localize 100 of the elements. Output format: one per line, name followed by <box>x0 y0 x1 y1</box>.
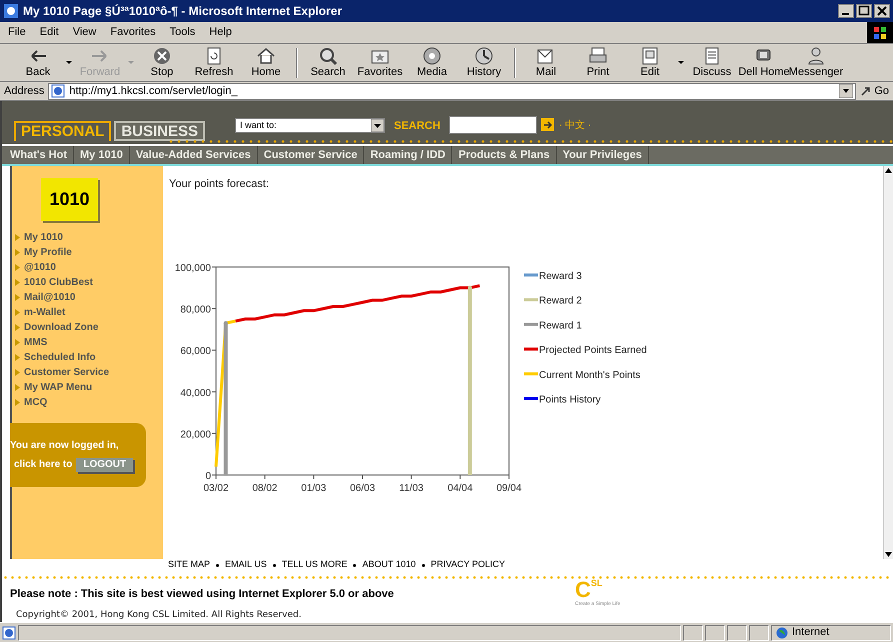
page-icon <box>2 626 16 640</box>
company-logo-text: SL <box>590 579 602 588</box>
search-go-button[interactable] <box>541 118 554 131</box>
y-tick-label: 40,000 <box>180 387 211 398</box>
x-tick-label: 08/02 <box>252 482 278 494</box>
y-tick-label: 80,000 <box>180 304 211 316</box>
toolbar-button[interactable]: Favorites <box>354 44 406 80</box>
toolbar-button[interactable]: Stop <box>136 44 188 80</box>
globe-icon <box>422 46 442 66</box>
nav-link[interactable]: Your Privileges <box>556 146 649 164</box>
go-arrow-icon <box>860 85 872 97</box>
search-label: SEARCH <box>394 119 440 134</box>
toolbar-button[interactable]: Media <box>406 44 458 80</box>
footer-link[interactable]: SITE MAP <box>168 558 210 572</box>
dropdown-arrow-icon[interactable] <box>371 119 384 132</box>
sidebar-link[interactable]: Customer Service <box>24 365 110 380</box>
toolbar-button[interactable]: Refresh <box>188 44 240 80</box>
y-tick-label: 0 <box>205 470 211 482</box>
search-field[interactable] <box>449 116 537 134</box>
nav-link[interactable]: My 1010 <box>74 146 130 164</box>
clock-icon <box>474 46 494 66</box>
language-link[interactable]: · 中文 · <box>559 118 592 133</box>
minimize-icon[interactable] <box>838 4 854 18</box>
sidebar-link[interactable]: My WAP Menu <box>24 380 92 396</box>
toolbar-button[interactable]: Dell Home <box>738 44 790 80</box>
footer-link[interactable]: PRIVACY POLICY <box>430 558 505 572</box>
person-icon <box>806 46 826 66</box>
legend-label: Points History <box>539 394 601 406</box>
menu-item[interactable]: View <box>72 24 96 41</box>
footer-link[interactable]: EMAIL US <box>225 558 267 572</box>
copyright-text: Copyright© 2001, Hong Kong CSL Limited. All Rights Reserved. <box>15 608 302 622</box>
login-text: click here to <box>14 458 72 472</box>
sidebar-link[interactable]: MMS <box>24 335 48 350</box>
nav-link[interactable]: Products & Plans <box>452 146 557 164</box>
legend-label: Reward 1 <box>539 320 582 331</box>
bullet-icon <box>353 564 356 566</box>
toolbar-button[interactable]: Home <box>240 44 292 80</box>
footer-link[interactable]: TELL US MORE <box>282 558 348 572</box>
toolbar-button[interactable]: Messenger <box>790 44 842 80</box>
toolbar-button[interactable]: Discuss <box>686 44 738 80</box>
toolbar-button[interactable]: Back <box>12 44 64 80</box>
sidebar-link[interactable]: Mail@1010 <box>24 290 76 306</box>
menu-item[interactable]: Favorites <box>110 24 156 41</box>
nav-link[interactable]: Roaming / IDD <box>364 146 452 164</box>
scrollbar[interactable] <box>883 166 893 559</box>
go-button[interactable]: Go <box>860 82 889 100</box>
status-pane <box>749 624 769 640</box>
legend-label: Reward 2 <box>539 295 582 306</box>
site-tab[interactable]: PERSONAL <box>14 121 112 142</box>
y-tick-label: 100,000 <box>174 262 211 274</box>
close-icon[interactable] <box>874 4 890 18</box>
sidebar-link[interactable]: My 1010 <box>24 230 63 246</box>
arrow-icon <box>542 120 552 130</box>
maximize-icon[interactable] <box>856 4 872 18</box>
sidebar-link[interactable]: 1010 ClubBest <box>24 275 93 290</box>
sidebar-link[interactable]: Download Zone <box>24 320 98 336</box>
bullet-icon <box>216 564 220 566</box>
x-tick-label: 03/02 <box>203 482 229 494</box>
footer-link[interactable]: ABOUT 1010 <box>362 558 416 572</box>
home-icon <box>256 46 276 66</box>
company-logo: C <box>575 579 591 601</box>
browser-icon <box>3 3 19 19</box>
x-tick-label: 04/04 <box>448 482 473 494</box>
sidebar-link[interactable]: m-Wallet <box>24 305 66 320</box>
toolbar-button[interactable]: Edit <box>624 44 676 80</box>
x-tick-label: 09/04 <box>496 482 522 494</box>
toolbar-button[interactable]: Search <box>302 44 354 80</box>
site-tab[interactable]: BUSINESS <box>114 121 206 142</box>
globe-icon <box>776 626 788 638</box>
caret-icon[interactable] <box>64 60 74 64</box>
menu-item[interactable]: File <box>8 24 26 41</box>
window-title: My 1010 Page §Ú³ª1010ªô-¶ - Microsoft Internet Explorer <box>23 3 343 20</box>
stop-icon <box>152 46 172 66</box>
menu-item[interactable]: Help <box>209 24 232 41</box>
sidebar-link[interactable]: @1010 <box>24 260 56 276</box>
bullet-icon <box>272 564 276 566</box>
status-pane <box>683 624 703 640</box>
scroll-up-icon[interactable] <box>884 166 893 176</box>
dropdown-arrow-icon[interactable] <box>839 84 854 98</box>
sidebar-link[interactable]: Scheduled Info <box>24 350 96 366</box>
caret-icon[interactable] <box>676 60 686 64</box>
nav-link[interactable]: Value-Added Services <box>130 146 258 164</box>
login-text: You are now logged in, <box>10 439 120 454</box>
sidebar-link[interactable]: MCQ <box>24 395 48 410</box>
notice-text: Please note : This site is best viewed using Internet Explorer 5.0 or above <box>10 587 394 602</box>
scroll-down-icon[interactable] <box>884 550 893 559</box>
x-tick-label: 01/03 <box>301 482 326 494</box>
toolbar-button[interactable]: History <box>458 44 510 80</box>
toolbar-button[interactable]: Print <box>572 44 624 80</box>
i-want-to-dropdown[interactable]: I want to: <box>235 118 385 133</box>
menu-item[interactable]: Edit <box>40 24 59 41</box>
address-field[interactable]: http://my1.hkcsl.com/servlet/login_ <box>48 82 856 100</box>
nav-link[interactable]: Customer Service <box>258 146 364 164</box>
nav-link[interactable]: What's Hot <box>4 146 74 164</box>
page-icon <box>51 84 66 98</box>
menu-item[interactable]: Tools <box>170 24 196 41</box>
address-label: Address <box>4 84 44 99</box>
toolbar-button[interactable]: Mail <box>520 44 572 80</box>
sidebar-link[interactable]: My Profile <box>24 245 72 260</box>
bullet-icon <box>422 564 425 566</box>
